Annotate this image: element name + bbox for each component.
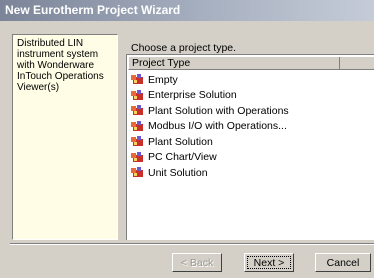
- project-icon: [131, 151, 143, 162]
- window-title: New Eurotherm Project Wizard: [5, 3, 181, 17]
- column-header-label: Project Type: [132, 57, 191, 69]
- list-item-plant-solution[interactable]: Plant Solution: [131, 134, 289, 150]
- list-item-enterprise-solution[interactable]: Enterprise Solution: [131, 88, 289, 104]
- project-description-panel: Distributed LIN instrument system with W…: [12, 34, 118, 240]
- list-item-label: Empty: [148, 73, 178, 86]
- project-type-list[interactable]: Project Type Empty Enterprise Solution P…: [126, 54, 374, 240]
- project-icon: [131, 105, 143, 116]
- list-item-pc-chart-view[interactable]: PC Chart/View: [131, 150, 289, 166]
- back-button[interactable]: < Back: [172, 253, 222, 272]
- project-icon: [131, 167, 143, 178]
- list-item-modbus-io-with-operations[interactable]: Modbus I/O with Operations...: [131, 119, 289, 135]
- list-item-label: Plant Solution with Operations: [148, 104, 289, 117]
- list-item-plant-solution-with-operations[interactable]: Plant Solution with Operations: [131, 103, 289, 119]
- list-item-label: Plant Solution: [148, 135, 213, 148]
- next-button[interactable]: Next >: [244, 253, 294, 272]
- project-icon: [131, 136, 143, 147]
- title-bar[interactable]: New Eurotherm Project Wizard: [0, 0, 374, 21]
- list-item-empty[interactable]: Empty: [131, 72, 289, 88]
- wizard-window: New Eurotherm Project Wizard Distributed…: [0, 0, 374, 278]
- project-icon: [131, 120, 143, 131]
- project-icon: [131, 74, 143, 85]
- project-icon: [131, 89, 143, 100]
- list-item-label: Unit Solution: [148, 166, 208, 179]
- list-item-label: Enterprise Solution: [148, 89, 237, 102]
- divider: [10, 243, 374, 245]
- cancel-button[interactable]: Cancel: [315, 253, 371, 272]
- list-item-unit-solution[interactable]: Unit Solution: [131, 165, 289, 181]
- project-type-column-header[interactable]: Project Type: [128, 56, 374, 70]
- list-item-label: PC Chart/View: [148, 151, 217, 164]
- choose-project-prompt: Choose a project type.: [131, 42, 237, 54]
- list-item-label: Modbus I/O with Operations...: [148, 120, 287, 133]
